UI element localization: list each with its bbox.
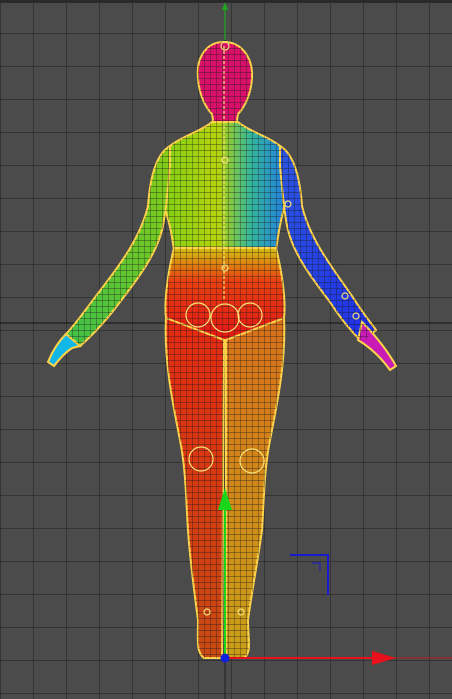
gizmo-x-arrow-icon[interactable] bbox=[372, 651, 396, 665]
plane-corner-icon bbox=[290, 554, 329, 595]
gizmo-center-handle[interactable] bbox=[220, 653, 230, 663]
world-y-axis-arrow-icon bbox=[222, 2, 228, 10]
3d-viewport-front[interactable] bbox=[0, 0, 452, 699]
viewport-canvas[interactable] bbox=[0, 0, 452, 699]
view-plane-indicator bbox=[290, 554, 329, 595]
wireframe-overlay bbox=[66, 42, 376, 658]
